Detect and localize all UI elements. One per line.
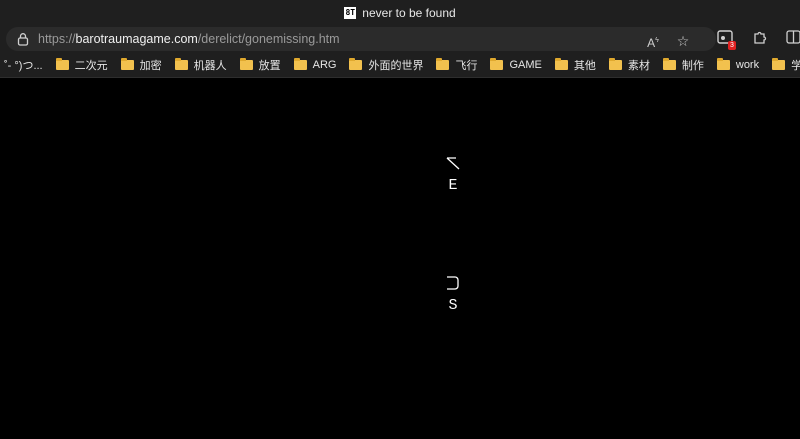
folder-icon [662,58,676,70]
bookmark-label: ARG [312,59,337,71]
bookmark-label: GAME [509,59,542,71]
folder-icon [436,58,450,70]
page-content: E S [0,79,800,439]
bookmark-item[interactable]: 二次元 [55,57,108,73]
folder-icon [120,58,134,70]
bookmark-label: 放置 [258,60,281,72]
bookmark-label: 其他 [573,60,596,72]
url-scheme: https:// [38,32,76,46]
address-bar[interactable]: https://barotraumagame.com/derelict/gone… [6,27,716,51]
folder-icon [554,58,568,70]
bookmark-item[interactable]: 放置 [239,57,281,73]
folder-icon [55,58,69,70]
folder-icon [608,58,622,70]
glyph-block-s: S [445,275,461,314]
bookmark-item[interactable]: 制作 [662,57,704,73]
lock-icon[interactable] [16,32,30,46]
extension-badge: 3 [728,41,736,50]
bookmark-label: 飞行 [455,60,478,72]
url-host: barotraumagame.com [75,32,198,46]
bookmark-item[interactable]: 其他 [554,57,596,73]
split-screen-icon[interactable] [784,30,800,48]
split-shape-icon [785,30,800,44]
extensions-puzzle-icon[interactable] [750,30,768,48]
url-text[interactable]: https://barotraumagame.com/derelict/gone… [38,27,340,51]
glyph-letter-s: S [448,297,458,314]
tab-title: never to be found [362,5,456,20]
diagonal-stroke-glyph-icon [446,157,460,170]
bookmark-label: 素材 [627,60,650,72]
bookmark-item[interactable]: 机器人 [174,57,227,73]
bookmark-item[interactable]: ARG [293,58,337,71]
bookmark-label: ˚- °)つ... [4,60,43,72]
bookmark-label: 制作 [681,60,704,72]
bookmark-item[interactable]: 学习 [772,57,800,73]
bookmark-label: 加密 [139,60,162,72]
bookmark-label: 外面的世界 [368,60,424,72]
bookmark-item[interactable]: GAME [490,58,542,71]
bookmark-item[interactable]: work [716,58,760,71]
bookmark-item[interactable]: ˚- °)つ... [4,57,43,73]
folder-icon [349,58,363,70]
title-bar: 8T never to be found [0,0,800,25]
bracket-glyph-icon [447,276,459,290]
folder-icon [490,58,504,70]
tab-favicon-icon: 8T [344,6,357,19]
folder-icon [239,58,253,70]
favorite-star-icon[interactable]: ☆ [674,32,692,50]
bookmarks-bar: ˚- °)つ... 二次元 加密 机器人 放置 ARG 外面的世界 飞行 GAME 其他 素材 制作 w… [0,53,800,78]
bookmark-item[interactable]: 素材 [608,57,650,73]
folder-icon [772,58,786,70]
bookmark-label: 机器人 [193,60,227,72]
glyph-letter-e: E [448,177,458,194]
bookmark-item[interactable]: 加密 [120,57,162,73]
folder-icon [174,58,188,70]
puzzle-shape-icon [753,31,766,44]
url-path: /derelict/gonemissing.htm [197,32,340,46]
folder-icon [716,58,730,70]
bookmark-item[interactable]: 外面的世界 [349,57,423,73]
bookmark-label: 学习 [791,57,800,73]
glyph-block-e: E [445,155,461,194]
browser-toolbar: https://barotraumagame.com/derelict/gone… [0,25,800,53]
bookmark-label: 二次元 [74,60,108,72]
extension-icon[interactable]: 3 [716,30,736,50]
folder-icon [293,58,307,70]
read-aloud-icon[interactable]: Aϟ [644,32,662,50]
bookmark-label: work [735,59,760,71]
bookmark-item[interactable]: 飞行 [436,57,477,73]
